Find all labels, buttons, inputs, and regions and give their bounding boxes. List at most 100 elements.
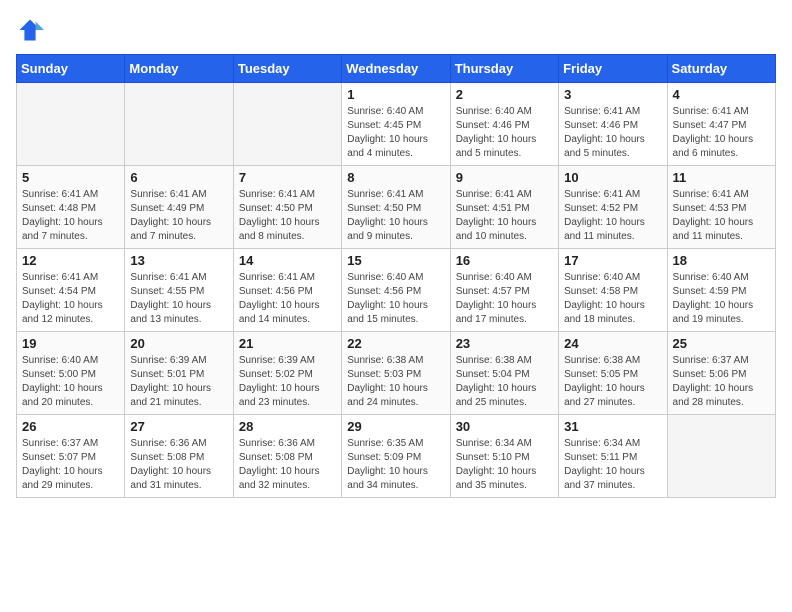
day-info: Sunrise: 6:35 AMSunset: 5:09 PMDaylight:…	[347, 437, 444, 493]
weekday-header-row: SundayMondayTuesdayWednesdayThursdayFrid…	[17, 55, 776, 83]
day-number: 9	[456, 170, 553, 185]
day-number: 20	[130, 336, 227, 351]
page-header	[16, 16, 776, 44]
day-info: Sunrise: 6:40 AMSunset: 4:56 PMDaylight:…	[347, 271, 444, 327]
logo-icon	[16, 16, 44, 44]
day-info: Sunrise: 6:38 AMSunset: 5:03 PMDaylight:…	[347, 354, 444, 410]
calendar-cell: 26 Sunrise: 6:37 AMSunset: 5:07 PMDayligh…	[17, 415, 125, 498]
calendar-cell: 17Sunrise: 6:40 AMSunset: 4:58 PMDayligh…	[559, 249, 667, 332]
calendar-cell: 1 Sunrise: 6:40 AMSunset: 4:45 PMDaylight…	[342, 83, 450, 166]
day-info: Sunrise: 6:40 AMSunset: 4:57 PMDaylight:…	[456, 271, 553, 327]
day-number: 31	[564, 419, 661, 434]
day-number: 15	[347, 253, 444, 268]
logo	[16, 16, 50, 44]
calendar-cell: 9 Sunrise: 6:41 AMSunset: 4:51 PMDaylight…	[450, 166, 558, 249]
calendar-cell	[233, 83, 341, 166]
calendar-cell: 2 Sunrise: 6:40 AMSunset: 4:46 PMDaylight…	[450, 83, 558, 166]
weekday-header-wednesday: Wednesday	[342, 55, 450, 83]
weekday-header-monday: Monday	[125, 55, 233, 83]
day-number: 28	[239, 419, 336, 434]
weekday-header-thursday: Thursday	[450, 55, 558, 83]
day-info: Sunrise: 6:41 AMSunset: 4:51 PMDaylight:…	[456, 188, 553, 244]
day-number: 11	[673, 170, 770, 185]
day-number: 12	[22, 253, 119, 268]
calendar-week-5: 26 Sunrise: 6:37 AMSunset: 5:07 PMDayligh…	[17, 415, 776, 498]
day-info: Sunrise: 6:40 AMSunset: 4:45 PMDaylight:…	[347, 105, 444, 161]
calendar-cell: 27 Sunrise: 6:36 AMSunset: 5:08 PMDayligh…	[125, 415, 233, 498]
calendar-cell: 11 Sunrise: 6:41 AMSunset: 4:53 PMDayligh…	[667, 166, 775, 249]
calendar-week-2: 5 Sunrise: 6:41 AMSunset: 4:48 PMDaylight…	[17, 166, 776, 249]
calendar-cell: 15 Sunrise: 6:40 AMSunset: 4:56 PMDayligh…	[342, 249, 450, 332]
day-info: Sunrise: 6:41 AMSunset: 4:56 PMDaylight:…	[239, 271, 336, 327]
calendar-cell: 18 Sunrise: 6:40 AMSunset: 4:59 PMDayligh…	[667, 249, 775, 332]
calendar-week-4: 19 Sunrise: 6:40 AMSunset: 5:00 PMDayligh…	[17, 332, 776, 415]
day-info: Sunrise: 6:37 AMSunset: 5:07 PMDaylight:…	[22, 437, 119, 493]
calendar-week-1: 1 Sunrise: 6:40 AMSunset: 4:45 PMDaylight…	[17, 83, 776, 166]
day-number: 27	[130, 419, 227, 434]
day-info: Sunrise: 6:40 AMSunset: 5:00 PMDaylight:…	[22, 354, 119, 410]
day-number: 18	[673, 253, 770, 268]
day-number: 2	[456, 87, 553, 102]
calendar-cell: 21 Sunrise: 6:39 AMSunset: 5:02 PMDayligh…	[233, 332, 341, 415]
calendar-table: SundayMondayTuesdayWednesdayThursdayFrid…	[16, 54, 776, 498]
calendar-cell: 25 Sunrise: 6:37 AMSunset: 5:06 PMDayligh…	[667, 332, 775, 415]
day-number: 29	[347, 419, 444, 434]
day-number: 30	[456, 419, 553, 434]
day-info: Sunrise: 6:34 AMSunset: 5:11 PMDaylight:…	[564, 437, 661, 493]
calendar-cell: 24 Sunrise: 6:38 AMSunset: 5:05 PMDayligh…	[559, 332, 667, 415]
calendar-cell: 5 Sunrise: 6:41 AMSunset: 4:48 PMDaylight…	[17, 166, 125, 249]
calendar-cell: 14 Sunrise: 6:41 AMSunset: 4:56 PMDayligh…	[233, 249, 341, 332]
calendar-cell: 22Sunrise: 6:38 AMSunset: 5:03 PMDayligh…	[342, 332, 450, 415]
day-info: Sunrise: 6:41 AMSunset: 4:48 PMDaylight:…	[22, 188, 119, 244]
day-info: Sunrise: 6:37 AMSunset: 5:06 PMDaylight:…	[673, 354, 770, 410]
calendar-cell: 10 Sunrise: 6:41 AMSunset: 4:52 PMDayligh…	[559, 166, 667, 249]
day-number: 8	[347, 170, 444, 185]
day-number: 5	[22, 170, 119, 185]
day-info: Sunrise: 6:34 AMSunset: 5:10 PMDaylight:…	[456, 437, 553, 493]
calendar-cell: 29 Sunrise: 6:35 AMSunset: 5:09 PMDayligh…	[342, 415, 450, 498]
weekday-header-sunday: Sunday	[17, 55, 125, 83]
calendar-cell: 20 Sunrise: 6:39 AMSunset: 5:01 PMDayligh…	[125, 332, 233, 415]
day-number: 26	[22, 419, 119, 434]
calendar-cell: 19 Sunrise: 6:40 AMSunset: 5:00 PMDayligh…	[17, 332, 125, 415]
day-info: Sunrise: 6:41 AMSunset: 4:53 PMDaylight:…	[673, 188, 770, 244]
weekday-header-tuesday: Tuesday	[233, 55, 341, 83]
day-info: Sunrise: 6:41 AMSunset: 4:55 PMDaylight:…	[130, 271, 227, 327]
day-number: 23	[456, 336, 553, 351]
calendar-cell: 6Sunrise: 6:41 AMSunset: 4:49 PMDaylight…	[125, 166, 233, 249]
day-number: 21	[239, 336, 336, 351]
day-info: Sunrise: 6:40 AMSunset: 4:59 PMDaylight:…	[673, 271, 770, 327]
day-number: 19	[22, 336, 119, 351]
day-info: Sunrise: 6:41 AMSunset: 4:54 PMDaylight:…	[22, 271, 119, 327]
day-info: Sunrise: 6:41 AMSunset: 4:52 PMDaylight:…	[564, 188, 661, 244]
day-info: Sunrise: 6:38 AMSunset: 5:05 PMDaylight:…	[564, 354, 661, 410]
day-number: 13	[130, 253, 227, 268]
day-info: Sunrise: 6:41 AMSunset: 4:50 PMDaylight:…	[347, 188, 444, 244]
calendar-cell: 13 Sunrise: 6:41 AMSunset: 4:55 PMDayligh…	[125, 249, 233, 332]
day-number: 1	[347, 87, 444, 102]
day-info: Sunrise: 6:40 AMSunset: 4:46 PMDaylight:…	[456, 105, 553, 161]
calendar-cell: 16 Sunrise: 6:40 AMSunset: 4:57 PMDayligh…	[450, 249, 558, 332]
calendar-cell: 30 Sunrise: 6:34 AMSunset: 5:10 PMDayligh…	[450, 415, 558, 498]
day-number: 10	[564, 170, 661, 185]
day-info: Sunrise: 6:36 AMSunset: 5:08 PMDaylight:…	[130, 437, 227, 493]
calendar-cell: 28Sunrise: 6:36 AMSunset: 5:08 PMDayligh…	[233, 415, 341, 498]
day-number: 6	[130, 170, 227, 185]
calendar-cell: 31 Sunrise: 6:34 AMSunset: 5:11 PMDayligh…	[559, 415, 667, 498]
day-info: Sunrise: 6:39 AMSunset: 5:01 PMDaylight:…	[130, 354, 227, 410]
day-number: 14	[239, 253, 336, 268]
day-info: Sunrise: 6:38 AMSunset: 5:04 PMDaylight:…	[456, 354, 553, 410]
calendar-cell: 23 Sunrise: 6:38 AMSunset: 5:04 PMDayligh…	[450, 332, 558, 415]
calendar-cell: 7Sunrise: 6:41 AMSunset: 4:50 PMDaylight…	[233, 166, 341, 249]
day-number: 16	[456, 253, 553, 268]
day-number: 4	[673, 87, 770, 102]
calendar-cell: 8 Sunrise: 6:41 AMSunset: 4:50 PMDaylight…	[342, 166, 450, 249]
day-number: 24	[564, 336, 661, 351]
day-info: Sunrise: 6:41 AMSunset: 4:50 PMDaylight:…	[239, 188, 336, 244]
calendar-cell: 12 Sunrise: 6:41 AMSunset: 4:54 PMDayligh…	[17, 249, 125, 332]
day-number: 25	[673, 336, 770, 351]
day-info: Sunrise: 6:39 AMSunset: 5:02 PMDaylight:…	[239, 354, 336, 410]
day-info: Sunrise: 6:41 AMSunset: 4:46 PMDaylight:…	[564, 105, 661, 161]
calendar-cell: 4Sunrise: 6:41 AMSunset: 4:47 PMDaylight…	[667, 83, 775, 166]
calendar-cell	[125, 83, 233, 166]
